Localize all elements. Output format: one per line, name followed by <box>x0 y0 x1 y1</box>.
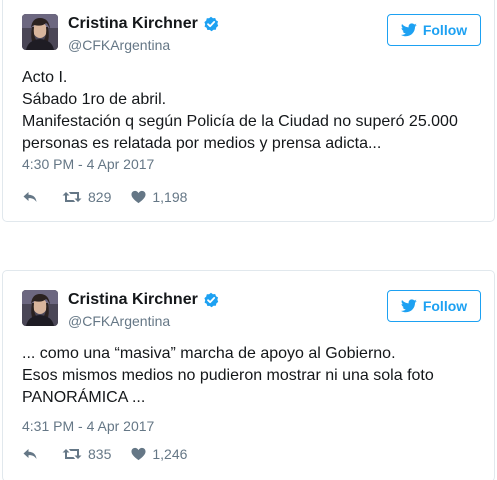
twitter-bird-icon <box>400 299 417 313</box>
like-count: 1,246 <box>152 446 188 462</box>
timestamp-link[interactable]: 4:30 PM - 4 Apr 2017 <box>22 156 154 172</box>
reply-icon <box>22 447 38 461</box>
tweet-card: Cristina Kirchner @CFKArgentina Follow .… <box>2 270 495 480</box>
follow-button[interactable]: Follow <box>387 14 481 46</box>
tweet-text-line: ... como una “masiva” marcha de apoyo al… <box>22 345 396 362</box>
follow-label: Follow <box>422 22 468 38</box>
avatar[interactable] <box>22 290 58 326</box>
twitter-bird-icon <box>400 23 417 37</box>
retweet-count: 829 <box>88 189 112 205</box>
heart-icon <box>131 447 146 461</box>
reply-button[interactable] <box>22 190 40 204</box>
name-row: Cristina Kirchner <box>68 14 219 34</box>
tweet-actions: 829 1,198 <box>22 188 187 206</box>
tweet-card: Cristina Kirchner @CFKArgentina Follow A… <box>2 0 495 222</box>
display-name[interactable]: Cristina Kirchner <box>68 291 198 309</box>
user-handle[interactable]: @CFKArgentina <box>68 37 170 53</box>
heart-icon <box>131 190 146 204</box>
verified-badge-icon <box>203 292 219 308</box>
tweet-text-line: Sábado 1ro de abril. <box>22 91 167 108</box>
tweet-actions: 835 1,246 <box>22 445 187 463</box>
retweet-button[interactable]: 835 <box>62 446 111 462</box>
retweet-count: 835 <box>88 446 112 462</box>
reply-button[interactable] <box>22 447 40 461</box>
name-row: Cristina Kirchner <box>68 290 219 310</box>
retweet-button[interactable]: 829 <box>62 189 111 205</box>
tweet-text: ... como una “masiva” marcha de apoyo al… <box>22 343 482 409</box>
tweet-text-line: Acto I. <box>22 69 68 86</box>
tweet-text-line: personas es relatada por medios y prensa… <box>22 135 382 152</box>
follow-button[interactable]: Follow <box>387 290 481 322</box>
user-handle[interactable]: @CFKArgentina <box>68 313 170 329</box>
like-button[interactable]: 1,198 <box>131 189 187 205</box>
like-count: 1,198 <box>152 189 188 205</box>
follow-label: Follow <box>422 298 468 314</box>
timestamp-link[interactable]: 4:31 PM - 4 Apr 2017 <box>22 418 154 434</box>
retweet-icon <box>62 190 82 204</box>
reply-icon <box>22 190 38 204</box>
tweet-text-line: Manifestación q según Policía de la Ciud… <box>22 113 458 130</box>
display-name[interactable]: Cristina Kirchner <box>68 15 198 33</box>
avatar[interactable] <box>22 14 58 50</box>
tweet-text-line: Esos mismos medios no pudieron mostrar n… <box>22 367 434 384</box>
tweet-text: Acto I. Sábado 1ro de abril. Manifestaci… <box>22 67 482 155</box>
like-button[interactable]: 1,246 <box>131 446 187 462</box>
tweet-text-line: PANORÁMICA ... <box>22 389 146 406</box>
retweet-icon <box>62 447 82 461</box>
verified-badge-icon <box>203 16 219 32</box>
